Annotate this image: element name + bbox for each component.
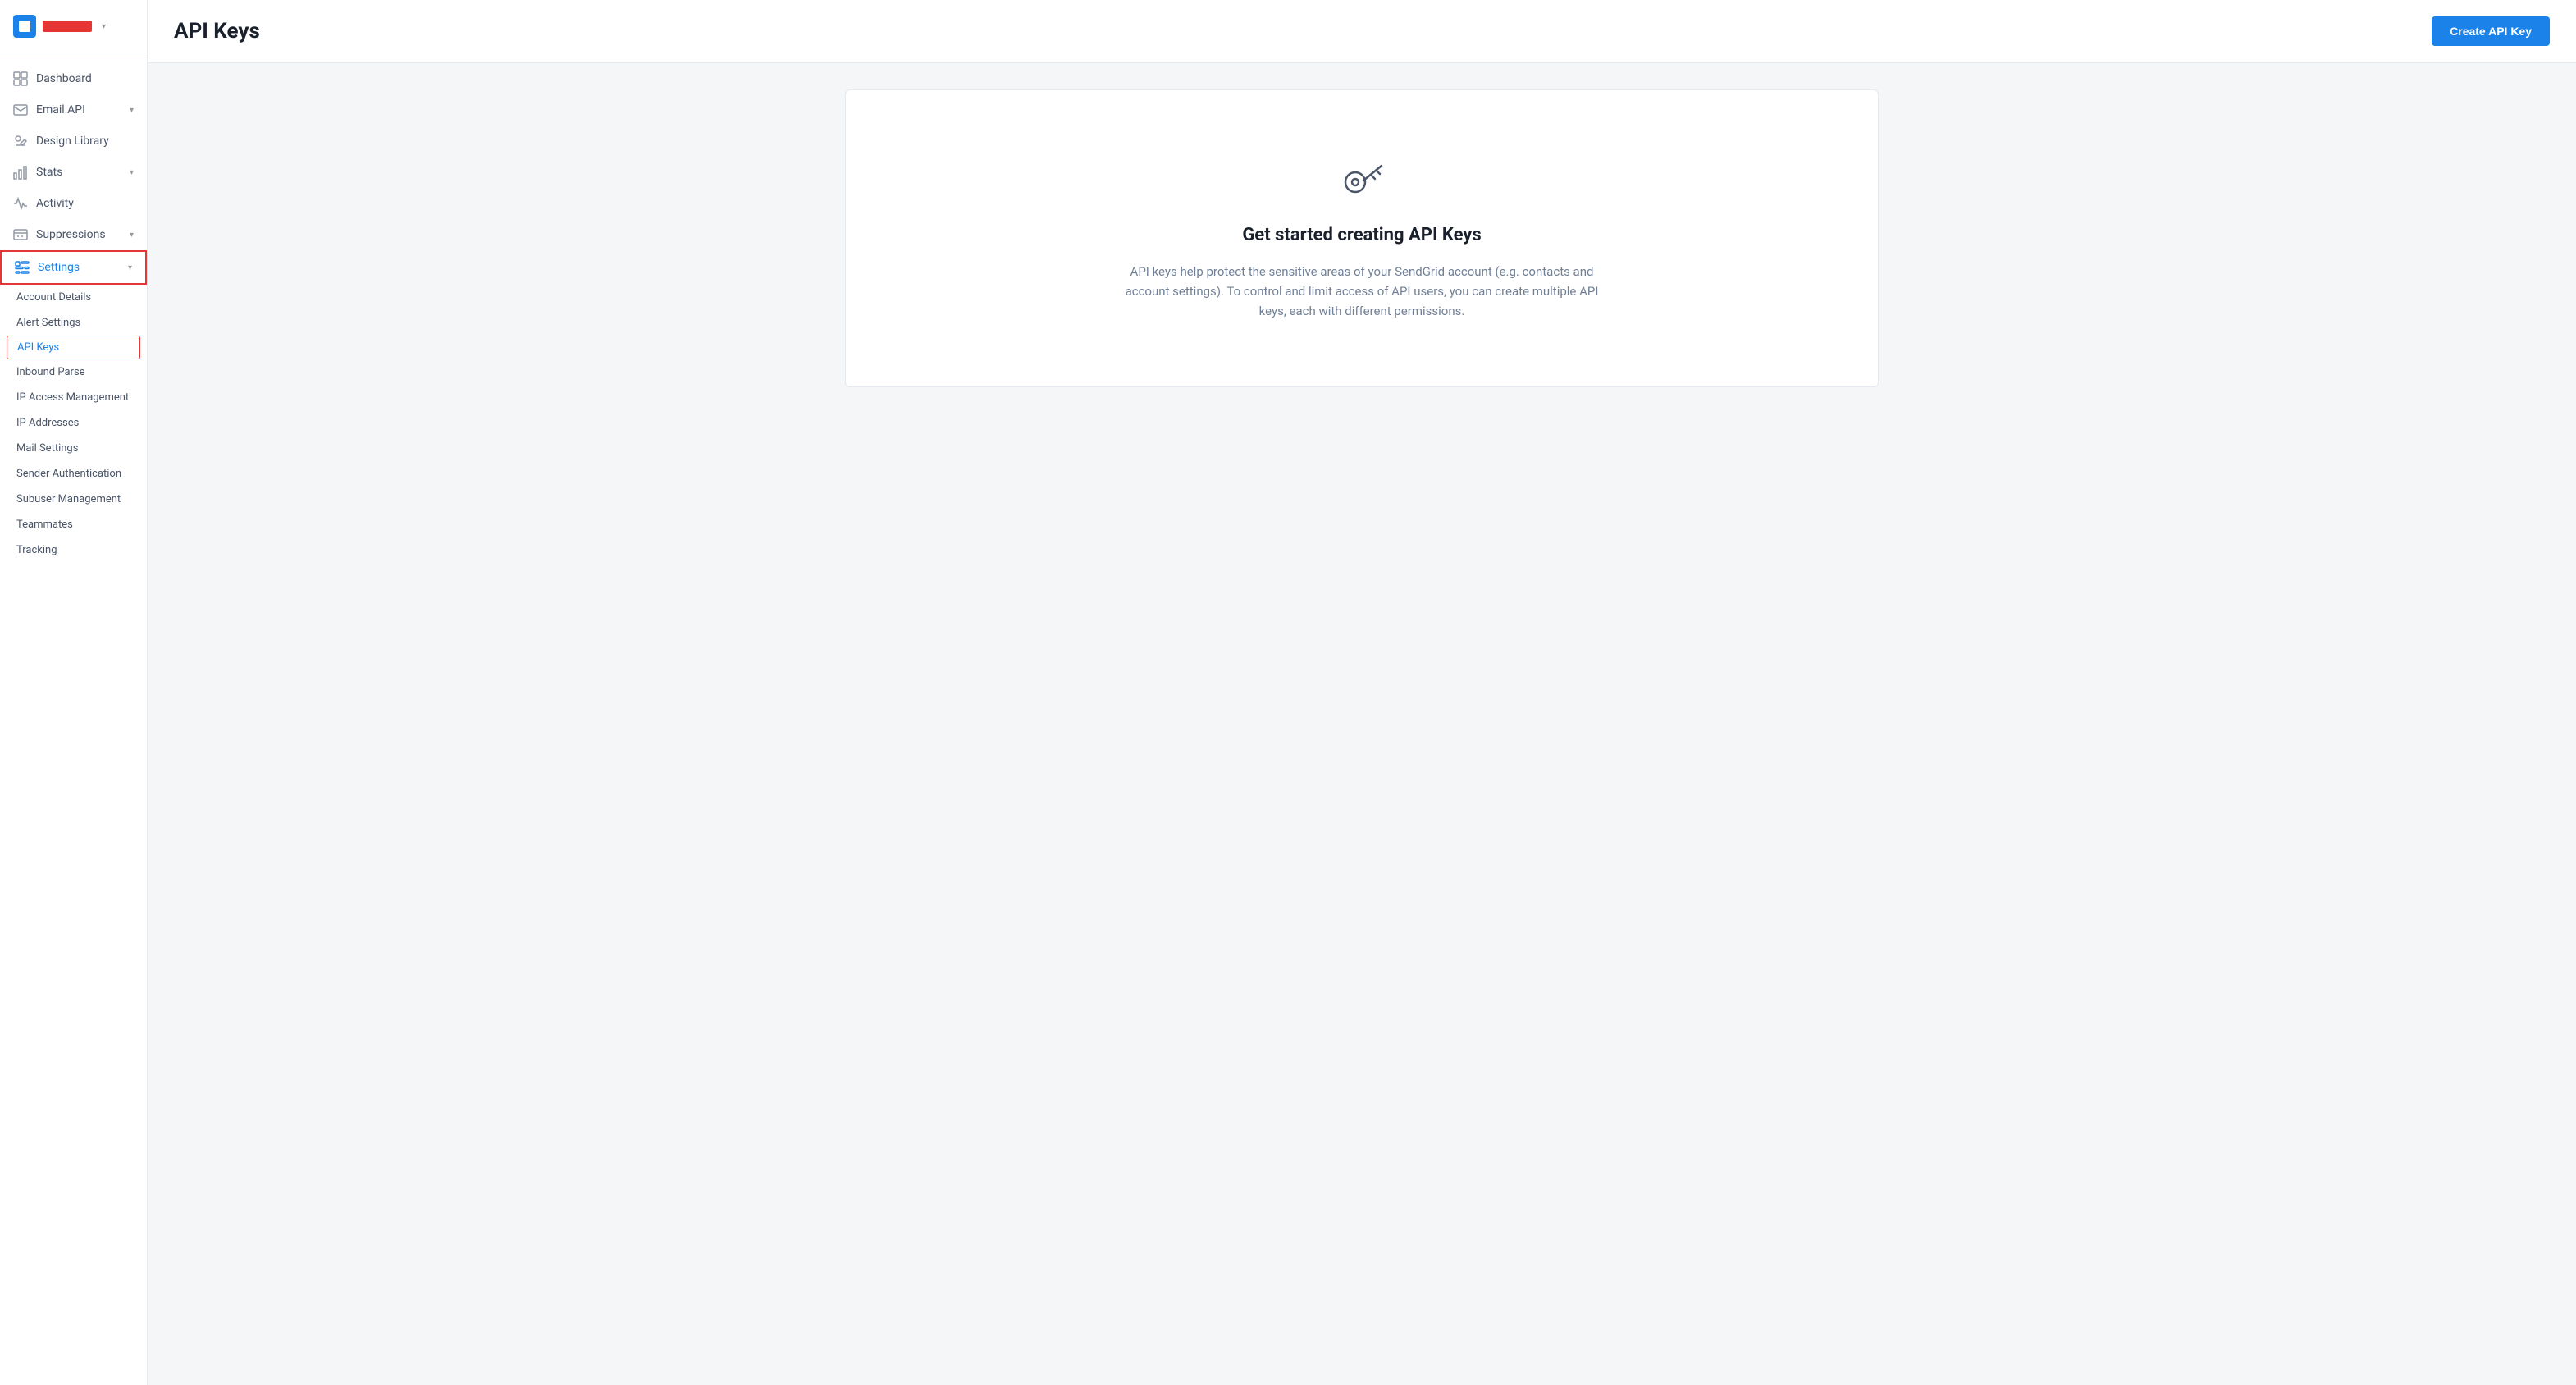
page-title: API Keys (174, 19, 260, 43)
main-area: API Keys Create API Key Get started crea… (148, 0, 2576, 1385)
sidebar-item-stats[interactable]: Stats ▾ (0, 157, 147, 188)
sidebar-item-api-keys[interactable]: API Keys (7, 336, 140, 359)
sidebar-item-label: Suppressions (36, 228, 106, 241)
sidebar: ▾ Dashboard Email API ▾ (0, 0, 148, 1385)
sidebar-item-subuser-management[interactable]: Subuser Management (0, 487, 147, 512)
sidebar-item-ip-addresses[interactable]: IP Addresses (0, 410, 147, 436)
sidebar-item-label: Activity (36, 197, 74, 210)
sidebar-item-activity[interactable]: Activity (0, 188, 147, 219)
logo-icon (13, 15, 36, 38)
stats-icon (13, 165, 28, 180)
activity-icon (13, 196, 28, 211)
empty-state-title: Get started creating API Keys (1242, 225, 1481, 245)
logo-chevron-icon: ▾ (102, 22, 106, 31)
email-api-icon (13, 103, 28, 117)
design-library-icon (13, 134, 28, 149)
sidebar-navigation: Dashboard Email API ▾ Design Library (0, 53, 147, 1385)
suppressions-icon (13, 227, 28, 242)
main-content: Get started creating API Keys API keys h… (148, 63, 2576, 1385)
brand-bar (43, 21, 92, 32)
dashboard-icon (13, 71, 28, 86)
sidebar-item-tracking[interactable]: Tracking (0, 537, 147, 563)
empty-state-card: Get started creating API Keys API keys h… (845, 89, 1879, 387)
sidebar-item-label: Settings (38, 261, 80, 274)
sidebar-item-email-api[interactable]: Email API ▾ (0, 94, 147, 126)
sidebar-item-design-library[interactable]: Design Library (0, 126, 147, 157)
empty-state-description: API keys help protect the sensitive area… (1124, 262, 1600, 321)
sidebar-item-ip-access-management[interactable]: IP Access Management (0, 385, 147, 410)
sidebar-item-suppressions[interactable]: Suppressions ▾ (0, 219, 147, 250)
chevron-icon: ▾ (130, 168, 134, 177)
logo-area[interactable]: ▾ (0, 0, 147, 53)
sidebar-item-account-details[interactable]: Account Details (0, 285, 147, 310)
sidebar-item-sender-authentication[interactable]: Sender Authentication (0, 461, 147, 487)
chevron-icon: ▾ (130, 231, 134, 240)
sidebar-item-dashboard[interactable]: Dashboard (0, 63, 147, 94)
sidebar-item-settings[interactable]: Settings ▾ (0, 250, 147, 285)
settings-icon (15, 260, 30, 275)
chevron-down-icon: ▾ (128, 263, 132, 272)
create-api-key-button[interactable]: Create API Key (2432, 16, 2550, 46)
sidebar-item-label: Dashboard (36, 72, 92, 85)
key-icon (1336, 156, 1388, 208)
sidebar-item-mail-settings[interactable]: Mail Settings (0, 436, 147, 461)
sidebar-item-label: Stats (36, 166, 62, 179)
sidebar-item-label: Design Library (36, 135, 109, 148)
sidebar-item-teammates[interactable]: Teammates (0, 512, 147, 537)
sidebar-item-label: Email API (36, 103, 85, 117)
sidebar-item-alert-settings[interactable]: Alert Settings (0, 310, 147, 336)
main-header: API Keys Create API Key (148, 0, 2576, 63)
chevron-icon: ▾ (130, 106, 134, 115)
sidebar-item-inbound-parse[interactable]: Inbound Parse (0, 359, 147, 385)
